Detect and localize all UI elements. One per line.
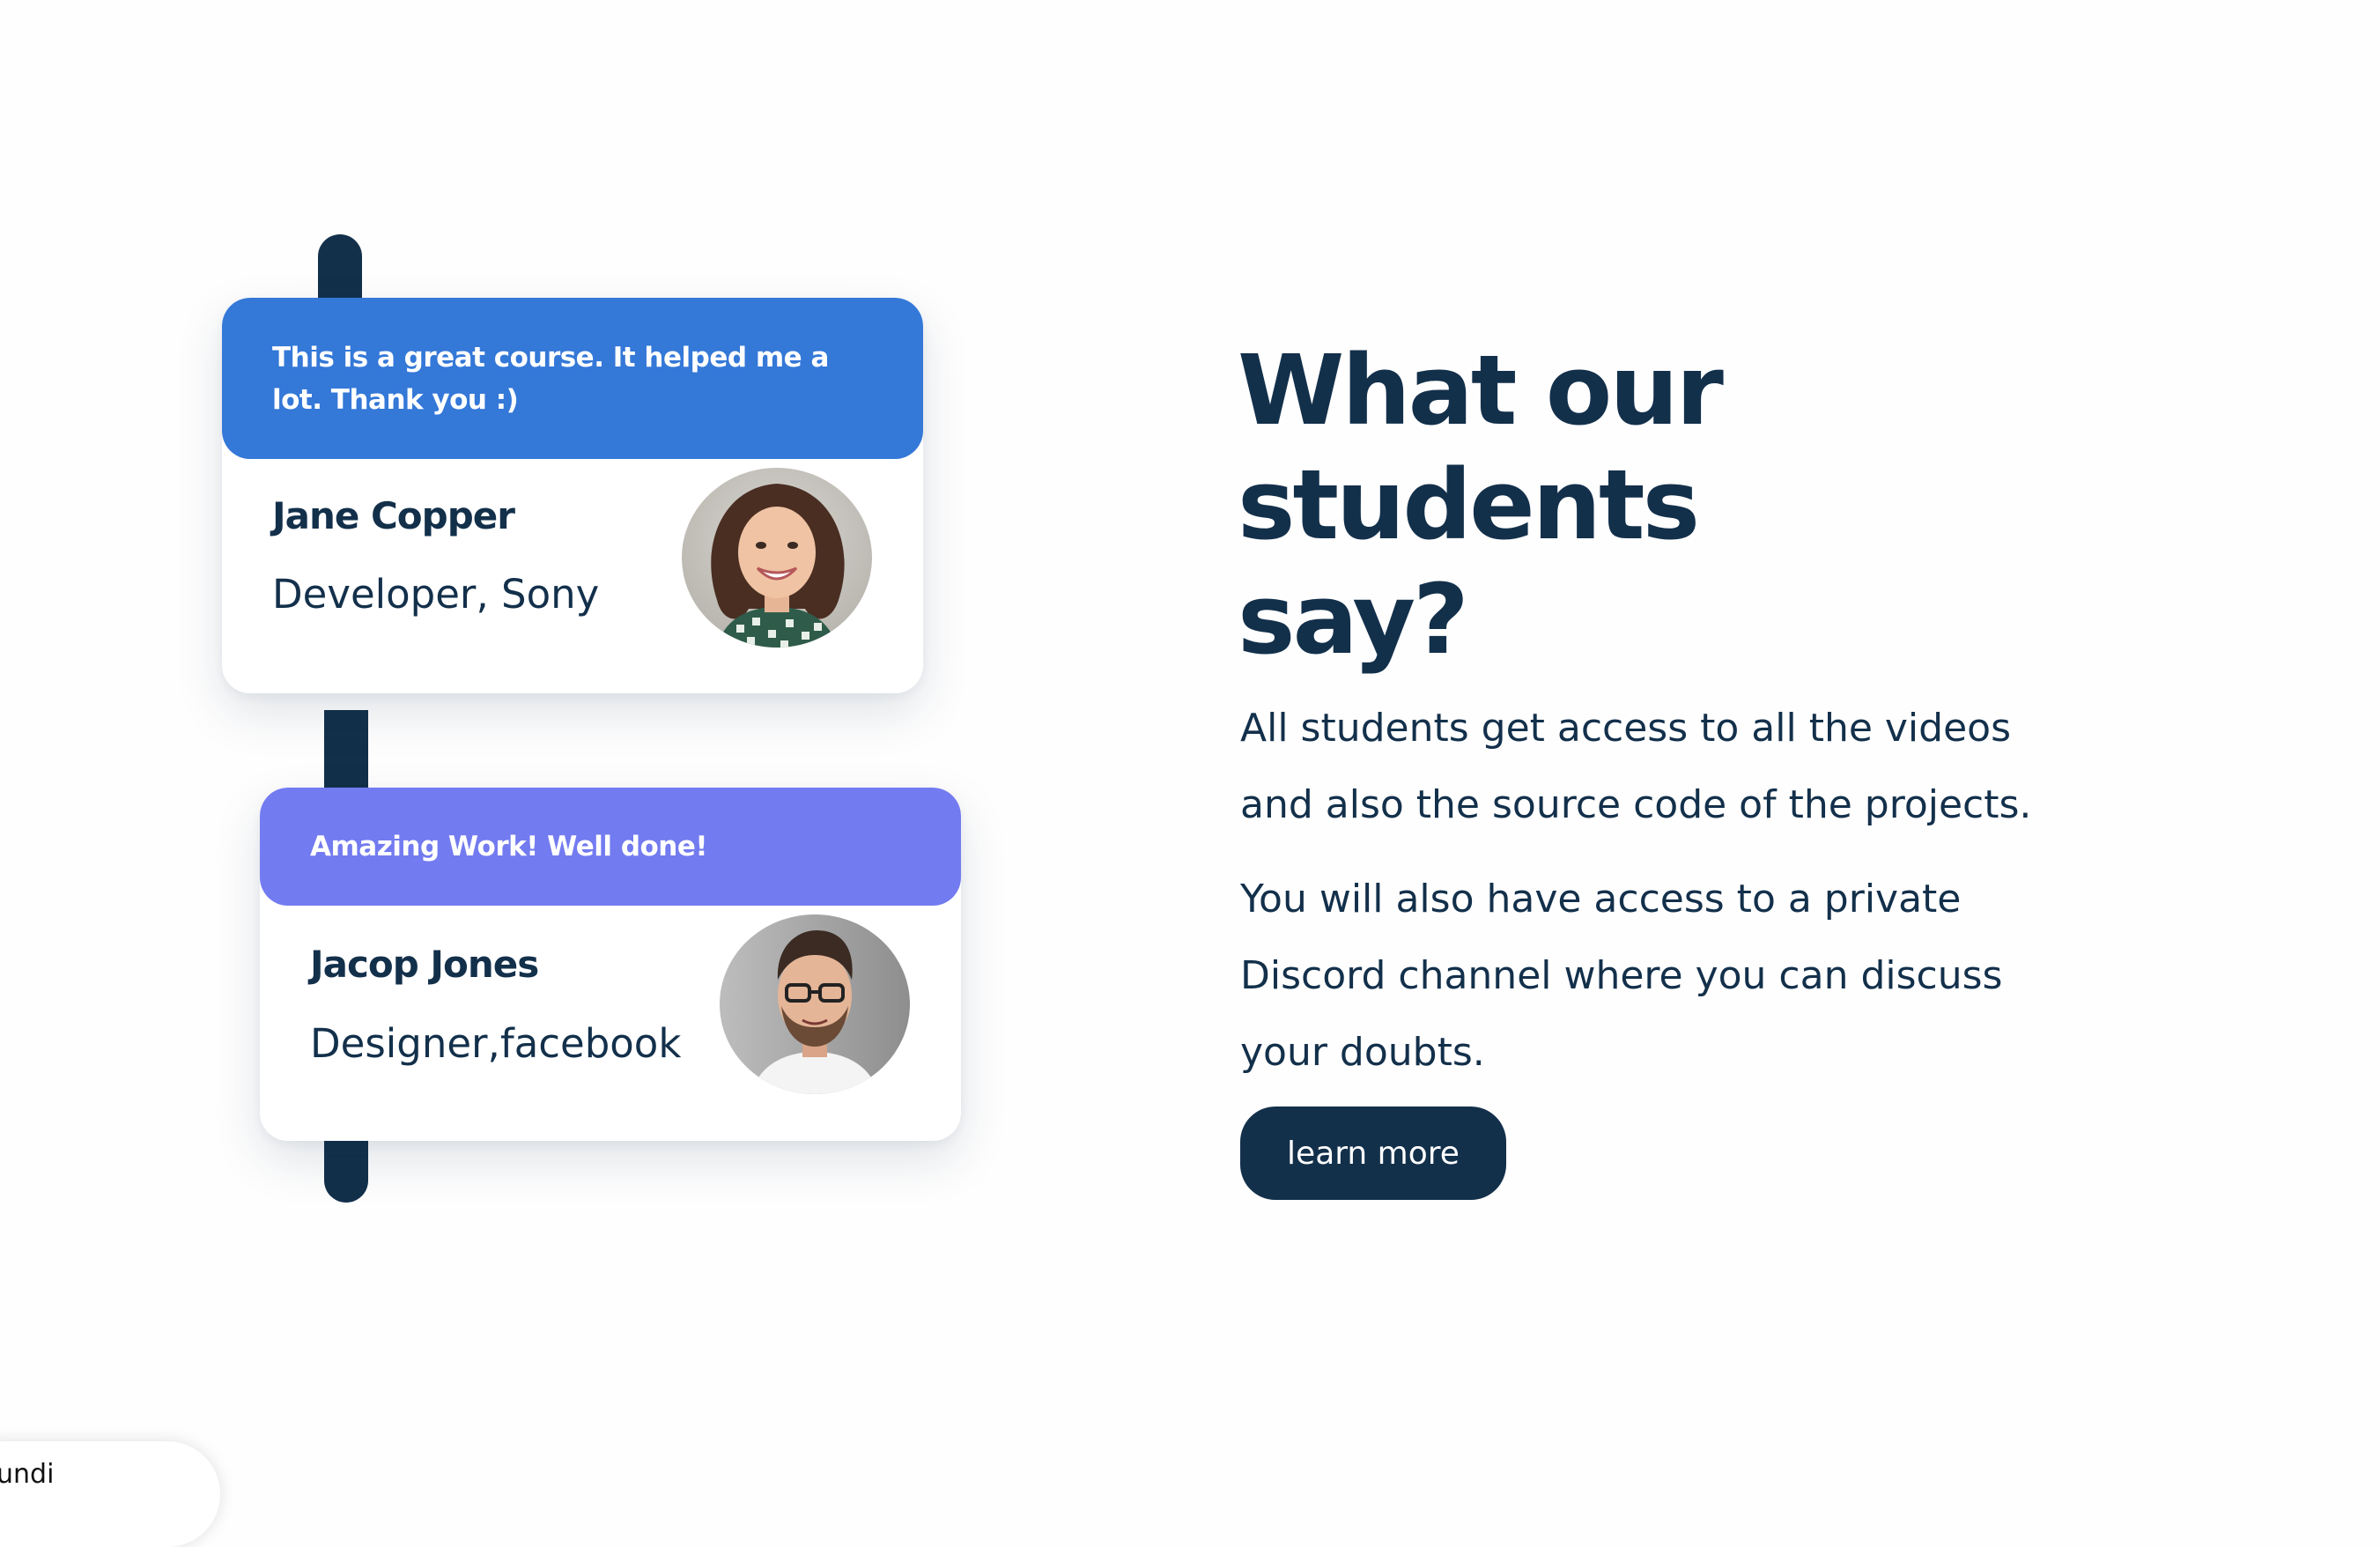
testimonial-quote: This is a great course. It helped me a l… bbox=[222, 298, 923, 459]
avatar bbox=[720, 914, 910, 1094]
section-heading: What our students say? bbox=[1238, 334, 1724, 676]
learn-more-button[interactable]: learn more bbox=[1240, 1107, 1506, 1200]
author-name: Jane Copper bbox=[272, 494, 515, 537]
author-role: Developer, Sony bbox=[272, 571, 600, 618]
section-description: All students get access to all the video… bbox=[1240, 706, 2032, 827]
woman-portrait-icon bbox=[682, 468, 872, 648]
author-role: Designer,facebook bbox=[310, 1020, 682, 1067]
avatar bbox=[682, 468, 872, 648]
man-portrait-icon bbox=[720, 914, 910, 1094]
testimonial-card: Amazing Work! Well done! Jacop Jones Des… bbox=[260, 788, 961, 1141]
testimonial-card: This is a great course. It helped me a l… bbox=[222, 298, 923, 693]
author-name: Jacop Jones bbox=[310, 943, 539, 986]
corner-widget-label: undi bbox=[0, 1459, 55, 1490]
section-description-discord: You will also have access to a private D… bbox=[1240, 877, 2003, 1075]
testimonial-quote: Amazing Work! Well done! bbox=[260, 788, 961, 906]
corner-widget[interactable]: undi bbox=[0, 1441, 220, 1547]
timeline-bar-middle bbox=[324, 710, 368, 798]
